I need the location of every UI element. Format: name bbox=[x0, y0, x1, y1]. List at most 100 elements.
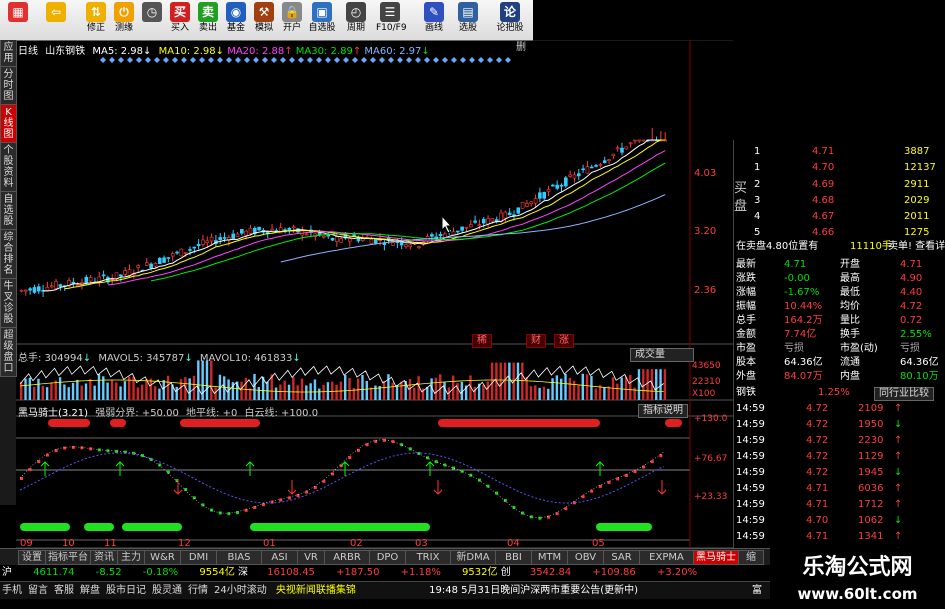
left-nav-item-2[interactable]: K线图 bbox=[0, 105, 17, 143]
volume-bar bbox=[607, 386, 610, 400]
toolbar-button-3[interactable]: ⏻ 测缘 bbox=[110, 2, 138, 38]
news-ticker-1[interactable]: 央视新闻联播集锦 bbox=[276, 585, 356, 596]
event-tag-3[interactable]: 涨 bbox=[554, 334, 574, 348]
tab-6[interactable]: BIAS bbox=[216, 550, 262, 565]
candle-body bbox=[382, 242, 387, 246]
volume-bar bbox=[253, 373, 256, 400]
left-nav-item-0[interactable]: 应用 bbox=[0, 40, 17, 67]
toolbar-button-4[interactable]: ◷ bbox=[138, 2, 166, 38]
volume-bar bbox=[629, 374, 632, 400]
left-nav-item-6[interactable]: 牛叉诊股 bbox=[0, 279, 17, 328]
toolbar-button-5[interactable]: 买买入 bbox=[166, 2, 194, 38]
tab-5[interactable]: DMI bbox=[180, 550, 217, 565]
volume-bar bbox=[119, 386, 122, 400]
toolbar-button-11[interactable]: ◴ 周期 bbox=[342, 2, 370, 38]
event-tag-1[interactable]: 稀 bbox=[472, 334, 492, 348]
status-item-5[interactable]: 股灵通 bbox=[152, 585, 182, 596]
candle-body bbox=[304, 233, 309, 236]
toolbar-button-1[interactable]: ⇦ bbox=[42, 2, 70, 38]
toolbar-button-8[interactable]: ⚒ 模拟 bbox=[250, 2, 278, 38]
status-item-0[interactable]: 手机 bbox=[2, 585, 22, 596]
candle-body bbox=[551, 184, 555, 187]
sector-compare-button[interactable]: 同行业比较 bbox=[874, 387, 934, 401]
toolbar-button-9[interactable]: 🔒 开户 bbox=[278, 2, 306, 38]
status-item-3[interactable]: 解盘 bbox=[80, 585, 100, 596]
news-ticker-2[interactable]: 19:48 5月31日晚间沪深两市重要公告(更新中) bbox=[429, 585, 638, 596]
tab-3[interactable]: 主力 bbox=[117, 550, 145, 565]
volume-selector-button[interactable]: 成交量 bbox=[630, 348, 694, 362]
tab-19[interactable]: 缩 bbox=[738, 550, 764, 565]
down-arrow-icon: ↓ bbox=[143, 46, 152, 57]
tab-11[interactable]: TRIX bbox=[405, 550, 451, 565]
tab-12[interactable]: 新DMA bbox=[450, 550, 496, 565]
delete-label[interactable]: 删 bbox=[512, 42, 530, 54]
toolbar-button-10[interactable]: ▣ 自选股 bbox=[308, 2, 336, 38]
volume-bar bbox=[37, 378, 40, 400]
volume-bar bbox=[257, 387, 260, 400]
toolbar-button-12[interactable]: ☰ F10/F9 bbox=[376, 2, 407, 38]
candle-body bbox=[330, 237, 335, 241]
kline-chart[interactable]: 4.03 3.20 2.36 43650 22310 X100 +130.0 +76.67 +2… bbox=[0, 40, 733, 565]
toolbar-button-14[interactable]: ▤ 选股 bbox=[454, 2, 482, 38]
red-signal-band bbox=[665, 419, 682, 427]
left-nav-item-5[interactable]: 综合排名 bbox=[0, 230, 17, 279]
candle-body bbox=[546, 189, 551, 192]
volume-bar bbox=[624, 376, 628, 400]
signal-diamond bbox=[136, 57, 142, 63]
up-arrow-icon: ↑ bbox=[894, 435, 903, 446]
tab-0[interactable]: 设置 bbox=[18, 550, 46, 565]
tab-18[interactable]: 黑马骑士 bbox=[693, 550, 739, 565]
tab-14[interactable]: MTM bbox=[531, 550, 568, 565]
tab-17[interactable]: EXPMA bbox=[639, 550, 694, 565]
indicator-axis-label: +130.0 bbox=[694, 414, 728, 424]
status-item-2[interactable]: 客服 bbox=[54, 585, 74, 596]
candle-body bbox=[568, 174, 572, 177]
quote-label: 最高 bbox=[840, 273, 860, 284]
tab-1[interactable]: 指标平台 bbox=[45, 550, 91, 565]
toolbar-button-7[interactable]: ◉ 基金 bbox=[222, 2, 250, 38]
volume-bar bbox=[80, 385, 83, 400]
tab-15[interactable]: OBV bbox=[567, 550, 604, 565]
left-nav-item-7[interactable]: 超级盘口 bbox=[0, 328, 17, 377]
green-signal-band bbox=[20, 523, 70, 531]
tab-4[interactable]: W&R bbox=[144, 550, 181, 565]
volume-bar bbox=[568, 377, 572, 400]
status-item-4[interactable]: 股市日记 bbox=[106, 585, 146, 596]
toolbar-button-0[interactable]: ▦ bbox=[4, 2, 32, 38]
power-icon: ⏻ bbox=[114, 2, 134, 22]
volume-bar bbox=[374, 385, 377, 400]
indicator-legend: 黑马骑士(3.21) 强弱分界: +50.00 地平线: +0 白云线: +10… bbox=[18, 404, 318, 419]
status-item-1[interactable]: 留言 bbox=[28, 585, 48, 596]
period-label[interactable]: 日线 bbox=[18, 46, 38, 57]
volume-bar bbox=[41, 385, 44, 400]
quote-label: 市盈(动) bbox=[840, 343, 878, 354]
grid-icon: ▦ bbox=[8, 2, 28, 22]
left-nav-item-3[interactable]: 个股资料 bbox=[0, 143, 17, 192]
signal-diamond bbox=[118, 57, 124, 63]
tab-13[interactable]: BBI bbox=[495, 550, 532, 565]
signal-diamond bbox=[496, 57, 502, 63]
tab-16[interactable]: SAR bbox=[603, 550, 640, 565]
up-arrow-icon: ↑ bbox=[894, 483, 903, 494]
status-item-6[interactable]: 行情 bbox=[188, 585, 208, 596]
toolbar-button-13[interactable]: ✎ 画线 bbox=[420, 2, 448, 38]
indicator-help-button[interactable]: 指标说明 bbox=[638, 404, 688, 418]
toolbar-button-6[interactable]: 卖卖出 bbox=[194, 2, 222, 38]
left-nav-item-1[interactable]: 分时图 bbox=[0, 67, 17, 105]
tab-10[interactable]: DPO bbox=[369, 550, 406, 565]
status-item-7[interactable]: 24小时滚动 bbox=[214, 585, 267, 596]
orderbook-row: 3 4.68 2029 bbox=[734, 194, 942, 208]
left-nav-item-4[interactable]: 自选股 bbox=[0, 192, 17, 230]
order-volume: 2911 bbox=[904, 179, 930, 190]
tab-8[interactable]: VR bbox=[297, 550, 325, 565]
level-number: 2 bbox=[754, 179, 761, 190]
signal-diamond bbox=[316, 57, 322, 63]
toolbar-button-2[interactable]: ⇅ 修正 bbox=[82, 2, 110, 38]
tab-2[interactable]: 资讯 bbox=[90, 550, 118, 565]
candle-body bbox=[598, 164, 603, 166]
toolbar-button-15[interactable]: 论论把股 bbox=[496, 2, 524, 38]
event-tag-2[interactable]: 财 bbox=[526, 334, 546, 348]
volume-bar bbox=[123, 381, 127, 400]
tab-9[interactable]: ARBR bbox=[324, 550, 370, 565]
tab-7[interactable]: ASI bbox=[261, 550, 298, 565]
